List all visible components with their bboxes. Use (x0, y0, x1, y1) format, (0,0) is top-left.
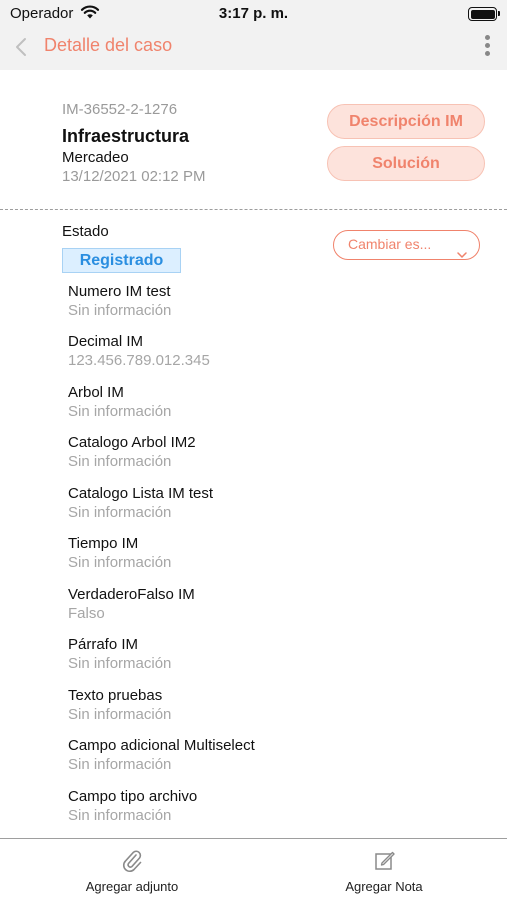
field-item: Catalogo Lista IM test Sin información (68, 484, 468, 522)
case-title: Infraestructura (62, 126, 190, 146)
field-item: Tiempo IM Sin información (68, 534, 468, 572)
add-attachment-label: Agregar adjunto (85, 879, 179, 894)
clock-time: 3:17 p. m. (218, 5, 289, 22)
field-value: Falso (68, 605, 105, 622)
field-label: Tiempo IM (68, 535, 139, 552)
divider (0, 209, 507, 210)
field-value: Sin información (68, 554, 172, 571)
field-label: Decimal IM (68, 333, 144, 350)
add-attachment-button[interactable]: Agregar adjunto (42, 839, 222, 901)
field-label: Campo tipo archivo (68, 788, 198, 805)
field-label: Catalogo Lista IM test (68, 485, 214, 502)
field-item: Decimal IM 123.456.789.012.345 (68, 332, 468, 370)
field-value: Sin información (68, 655, 172, 672)
field-value: Sin información (68, 302, 172, 319)
field-value: Sin información (68, 756, 172, 773)
status-bar: Operador 3:17 p. m. (0, 0, 507, 28)
field-value: Sin información (68, 807, 172, 824)
add-note-label: Agregar Nota (345, 879, 423, 894)
field-label: Numero IM test (68, 283, 171, 300)
page-title: Detalle del caso (44, 35, 173, 55)
solution-button[interactable]: Solución (327, 146, 485, 181)
field-label: Párrafo IM (68, 636, 139, 653)
field-value: Sin información (68, 504, 172, 521)
case-area: Mercadeo (62, 149, 129, 166)
case-id: IM-36552-2-1276 (62, 101, 178, 118)
status-badge: Registrado (62, 248, 181, 273)
field-label: Arbol IM (68, 384, 124, 401)
more-vertical-icon[interactable] (483, 32, 491, 60)
navigation-bar: Detalle del caso (0, 28, 507, 70)
change-state-label: Cambiar es... (348, 236, 432, 252)
edit-note-icon (373, 849, 397, 878)
chevron-down-icon (457, 241, 467, 268)
field-item: Campo tipo archivo Sin información (68, 787, 468, 825)
bottom-toolbar: Agregar adjunto Agregar Nota (0, 838, 507, 901)
field-item: Texto pruebas Sin información (68, 686, 468, 724)
field-item: Numero IM test Sin información (68, 282, 468, 320)
field-value: Sin información (68, 706, 172, 723)
state-label: Estado (62, 223, 109, 240)
field-value: Sin información (68, 403, 172, 420)
battery-icon (468, 7, 500, 21)
field-item: Arbol IM Sin información (68, 383, 468, 421)
field-value: Sin información (68, 453, 172, 470)
field-item: Párrafo IM Sin información (68, 635, 468, 673)
add-note-button[interactable]: Agregar Nota (294, 839, 474, 901)
chevron-left-icon[interactable] (14, 36, 28, 63)
field-label: Catalogo Arbol IM2 (68, 434, 196, 451)
field-label: VerdaderoFalso IM (68, 586, 195, 603)
change-state-dropdown[interactable]: Cambiar es... (333, 230, 480, 260)
field-item: VerdaderoFalso IM Falso (68, 585, 468, 623)
description-button[interactable]: Descripción IM (327, 104, 485, 139)
paperclip-icon (121, 849, 143, 878)
field-value: 123.456.789.012.345 (68, 352, 210, 369)
field-item: Campo adicional Multiselect Sin informac… (68, 736, 468, 774)
field-label: Texto pruebas (68, 687, 163, 704)
case-header: IM-36552-2-1276 Infraestructura Mercadeo… (0, 70, 507, 210)
field-item: Catalogo Arbol IM2 Sin información (68, 433, 468, 471)
field-label: Campo adicional Multiselect (68, 737, 255, 754)
case-date: 13/12/2021 02:12 PM (62, 168, 206, 185)
